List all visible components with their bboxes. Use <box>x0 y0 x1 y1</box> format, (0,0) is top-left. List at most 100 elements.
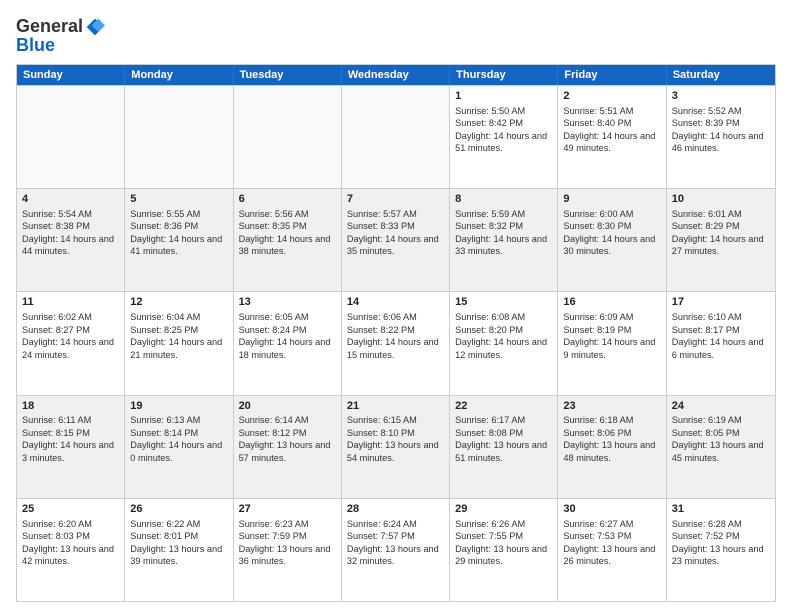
day-info: Daylight: 14 hours and 44 minutes. <box>22 233 119 258</box>
day-info: Sunset: 7:52 PM <box>672 530 770 542</box>
day-info: Daylight: 14 hours and 49 minutes. <box>563 130 660 155</box>
cal-row-0: 1Sunrise: 5:50 AMSunset: 8:42 PMDaylight… <box>17 85 775 188</box>
day-info: Daylight: 14 hours and 38 minutes. <box>239 233 336 258</box>
day-info: Sunrise: 5:50 AM <box>455 105 552 117</box>
day-info: Daylight: 13 hours and 42 minutes. <box>22 543 119 568</box>
day-info: Sunset: 8:15 PM <box>22 427 119 439</box>
cal-row-4: 25Sunrise: 6:20 AMSunset: 8:03 PMDayligh… <box>17 498 775 601</box>
day-info: Daylight: 14 hours and 27 minutes. <box>672 233 770 258</box>
day-info: Sunrise: 6:18 AM <box>563 414 660 426</box>
cal-cell-4-3: 28Sunrise: 6:24 AMSunset: 7:57 PMDayligh… <box>342 499 450 601</box>
day-number: 1 <box>455 89 552 104</box>
day-info: Sunrise: 5:52 AM <box>672 105 770 117</box>
day-info: Sunset: 8:36 PM <box>130 220 227 232</box>
day-number: 9 <box>563 192 660 207</box>
day-info: Daylight: 13 hours and 36 minutes. <box>239 543 336 568</box>
day-number: 14 <box>347 295 444 310</box>
cal-cell-1-1: 5Sunrise: 5:55 AMSunset: 8:36 PMDaylight… <box>125 189 233 291</box>
day-info: Sunset: 7:55 PM <box>455 530 552 542</box>
day-number: 7 <box>347 192 444 207</box>
day-info: Sunrise: 6:23 AM <box>239 518 336 530</box>
day-info: Daylight: 14 hours and 51 minutes. <box>455 130 552 155</box>
day-info: Daylight: 14 hours and 6 minutes. <box>672 336 770 361</box>
logo-general: General <box>16 16 83 37</box>
cal-cell-0-2 <box>234 86 342 188</box>
day-info: Sunset: 8:19 PM <box>563 324 660 336</box>
day-info: Daylight: 13 hours and 26 minutes. <box>563 543 660 568</box>
day-info: Daylight: 14 hours and 24 minutes. <box>22 336 119 361</box>
day-info: Sunset: 8:27 PM <box>22 324 119 336</box>
day-info: Daylight: 14 hours and 9 minutes. <box>563 336 660 361</box>
day-info: Sunset: 8:05 PM <box>672 427 770 439</box>
day-info: Sunrise: 6:06 AM <box>347 311 444 323</box>
cal-cell-2-0: 11Sunrise: 6:02 AMSunset: 8:27 PMDayligh… <box>17 292 125 394</box>
cal-cell-4-0: 25Sunrise: 6:20 AMSunset: 8:03 PMDayligh… <box>17 499 125 601</box>
cal-cell-0-0 <box>17 86 125 188</box>
page: General Blue SundayMondayTuesdayWednesda… <box>0 0 792 612</box>
day-number: 4 <box>22 192 119 207</box>
cal-row-1: 4Sunrise: 5:54 AMSunset: 8:38 PMDaylight… <box>17 188 775 291</box>
cal-header-thursday: Thursday <box>450 65 558 85</box>
cal-header-tuesday: Tuesday <box>234 65 342 85</box>
day-info: Sunset: 8:17 PM <box>672 324 770 336</box>
day-info: Sunset: 8:35 PM <box>239 220 336 232</box>
calendar-header-row: SundayMondayTuesdayWednesdayThursdayFrid… <box>17 65 775 85</box>
day-info: Sunset: 8:06 PM <box>563 427 660 439</box>
cal-cell-4-4: 29Sunrise: 6:26 AMSunset: 7:55 PMDayligh… <box>450 499 558 601</box>
cal-cell-3-6: 24Sunrise: 6:19 AMSunset: 8:05 PMDayligh… <box>667 396 775 498</box>
day-info: Sunset: 8:38 PM <box>22 220 119 232</box>
day-info: Sunset: 7:59 PM <box>239 530 336 542</box>
day-info: Sunset: 8:03 PM <box>22 530 119 542</box>
day-info: Daylight: 14 hours and 15 minutes. <box>347 336 444 361</box>
cal-cell-3-0: 18Sunrise: 6:11 AMSunset: 8:15 PMDayligh… <box>17 396 125 498</box>
day-info: Sunrise: 6:11 AM <box>22 414 119 426</box>
cal-cell-4-6: 31Sunrise: 6:28 AMSunset: 7:52 PMDayligh… <box>667 499 775 601</box>
cal-cell-0-3 <box>342 86 450 188</box>
day-number: 11 <box>22 295 119 310</box>
day-number: 12 <box>130 295 227 310</box>
day-info: Sunrise: 6:05 AM <box>239 311 336 323</box>
day-info: Daylight: 13 hours and 39 minutes. <box>130 543 227 568</box>
day-info: Sunset: 8:10 PM <box>347 427 444 439</box>
day-info: Sunset: 8:20 PM <box>455 324 552 336</box>
day-number: 2 <box>563 89 660 104</box>
day-number: 6 <box>239 192 336 207</box>
day-number: 26 <box>130 502 227 517</box>
day-info: Sunrise: 6:08 AM <box>455 311 552 323</box>
day-info: Sunrise: 6:27 AM <box>563 518 660 530</box>
day-info: Daylight: 13 hours and 45 minutes. <box>672 439 770 464</box>
day-info: Daylight: 14 hours and 0 minutes. <box>130 439 227 464</box>
day-info: Daylight: 14 hours and 21 minutes. <box>130 336 227 361</box>
day-number: 19 <box>130 399 227 414</box>
cal-cell-0-5: 2Sunrise: 5:51 AMSunset: 8:40 PMDaylight… <box>558 86 666 188</box>
day-number: 8 <box>455 192 552 207</box>
cal-cell-2-6: 17Sunrise: 6:10 AMSunset: 8:17 PMDayligh… <box>667 292 775 394</box>
cal-cell-2-1: 12Sunrise: 6:04 AMSunset: 8:25 PMDayligh… <box>125 292 233 394</box>
day-info: Daylight: 13 hours and 32 minutes. <box>347 543 444 568</box>
day-number: 17 <box>672 295 770 310</box>
day-info: Sunrise: 5:57 AM <box>347 208 444 220</box>
day-info: Sunrise: 6:02 AM <box>22 311 119 323</box>
day-info: Daylight: 14 hours and 3 minutes. <box>22 439 119 464</box>
cal-header-saturday: Saturday <box>667 65 775 85</box>
day-info: Sunset: 8:08 PM <box>455 427 552 439</box>
cal-cell-2-5: 16Sunrise: 6:09 AMSunset: 8:19 PMDayligh… <box>558 292 666 394</box>
cal-header-monday: Monday <box>125 65 233 85</box>
cal-cell-4-5: 30Sunrise: 6:27 AMSunset: 7:53 PMDayligh… <box>558 499 666 601</box>
day-info: Sunset: 8:39 PM <box>672 117 770 129</box>
day-info: Sunset: 8:14 PM <box>130 427 227 439</box>
cal-cell-1-6: 10Sunrise: 6:01 AMSunset: 8:29 PMDayligh… <box>667 189 775 291</box>
calendar-body: 1Sunrise: 5:50 AMSunset: 8:42 PMDaylight… <box>17 85 775 601</box>
day-info: Sunrise: 5:56 AM <box>239 208 336 220</box>
day-info: Sunrise: 6:19 AM <box>672 414 770 426</box>
day-info: Sunrise: 6:22 AM <box>130 518 227 530</box>
day-info: Sunrise: 6:14 AM <box>239 414 336 426</box>
cal-cell-3-2: 20Sunrise: 6:14 AMSunset: 8:12 PMDayligh… <box>234 396 342 498</box>
cal-cell-3-5: 23Sunrise: 6:18 AMSunset: 8:06 PMDayligh… <box>558 396 666 498</box>
cal-cell-3-4: 22Sunrise: 6:17 AMSunset: 8:08 PMDayligh… <box>450 396 558 498</box>
day-info: Sunset: 8:40 PM <box>563 117 660 129</box>
day-info: Sunset: 7:53 PM <box>563 530 660 542</box>
day-info: Daylight: 13 hours and 23 minutes. <box>672 543 770 568</box>
cal-header-sunday: Sunday <box>17 65 125 85</box>
cal-cell-0-6: 3Sunrise: 5:52 AMSunset: 8:39 PMDaylight… <box>667 86 775 188</box>
